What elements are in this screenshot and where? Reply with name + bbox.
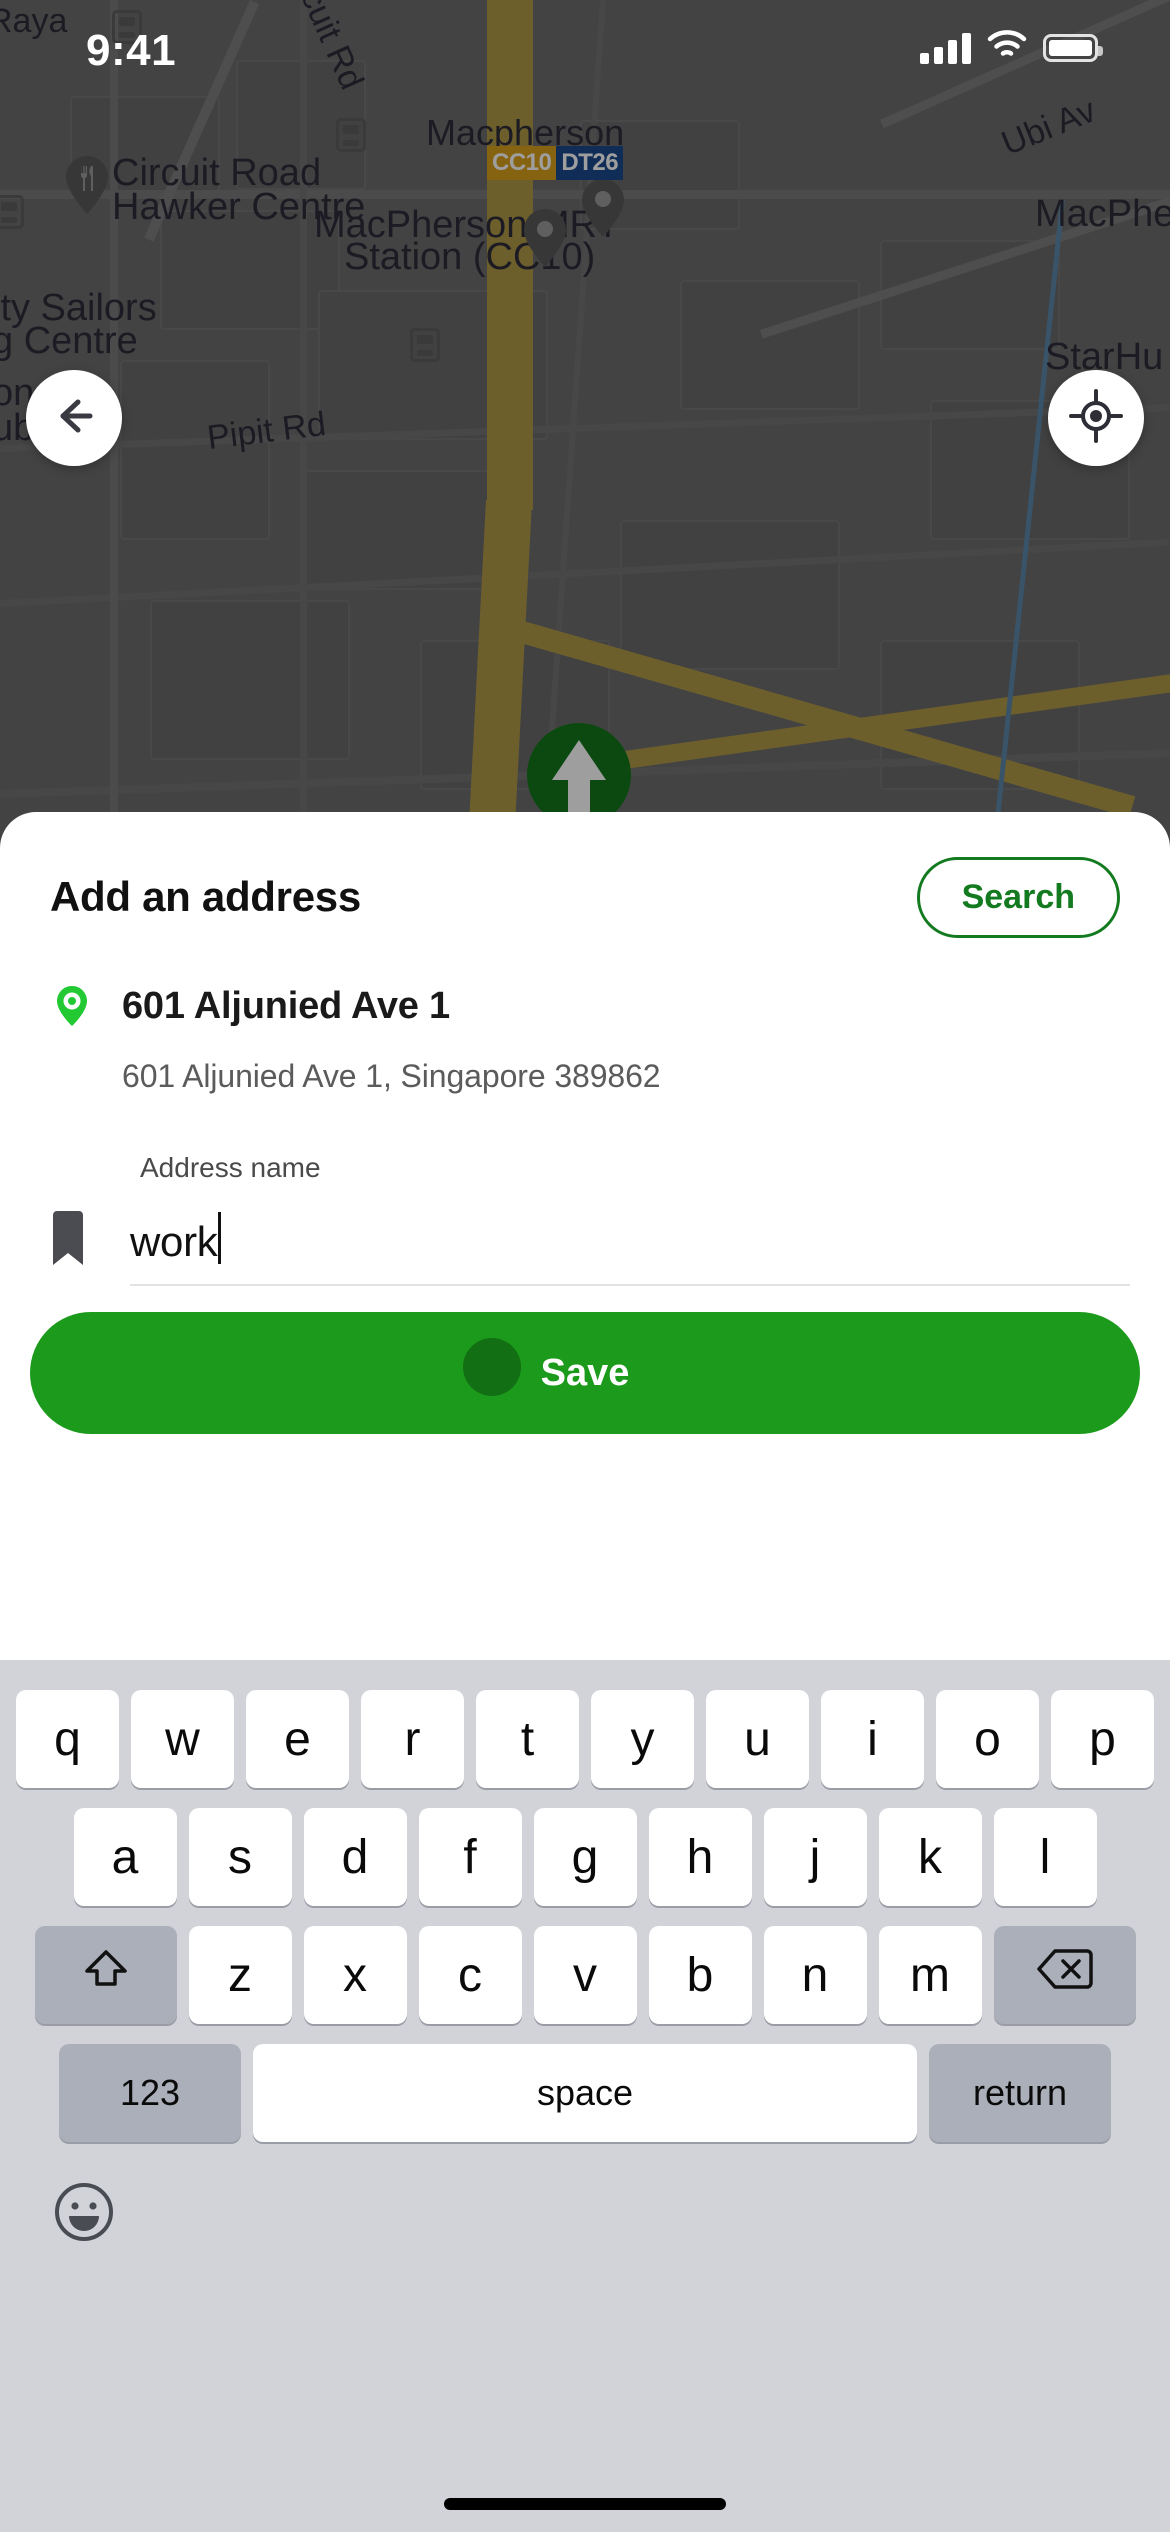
key-y[interactable]: y <box>591 1690 694 1788</box>
sheet-header: Add an address Search <box>0 812 1170 982</box>
address-name-field-group: Address name work <box>0 1152 1170 1286</box>
space-key[interactable]: space <box>253 2044 917 2142</box>
on-screen-keyboard[interactable]: qwertyuiop asdfghjkl zxcvbnm 123 space r… <box>0 1660 1170 2532</box>
bookmark-icon <box>50 1210 86 1266</box>
key-v[interactable]: v <box>533 1926 637 2024</box>
key-u[interactable]: u <box>706 1690 809 1788</box>
key-r[interactable]: r <box>361 1690 464 1788</box>
key-p[interactable]: p <box>1051 1690 1154 1788</box>
map-road <box>300 0 307 920</box>
key-x[interactable]: x <box>303 1926 407 2024</box>
key-h[interactable]: h <box>648 1808 752 1906</box>
locate-me-button[interactable] <box>1048 370 1144 466</box>
address-name-label: Address name <box>140 1152 321 1183</box>
key-d[interactable]: d <box>303 1808 407 1906</box>
add-address-sheet: Add an address Search 601 Aljunied Ave 1… <box>0 812 1170 1660</box>
station-code-cc: CC10 <box>487 146 557 180</box>
status-bar-time: 9:41 <box>86 26 177 75</box>
map-road <box>0 538 1169 607</box>
key-k[interactable]: k <box>878 1808 982 1906</box>
green-location-pin-icon <box>50 984 94 1028</box>
map-label: g Centre <box>0 320 138 362</box>
station-code-dt: DT26 <box>556 146 624 180</box>
return-key[interactable]: return <box>929 2044 1111 2142</box>
shift-arrow-icon <box>82 1945 130 2005</box>
map-road <box>110 0 118 920</box>
keyboard-row-2: asdfghjkl <box>0 1788 1170 1906</box>
key-w[interactable]: w <box>131 1690 234 1788</box>
backspace-key[interactable] <box>993 1926 1136 2024</box>
key-i[interactable]: i <box>821 1690 924 1788</box>
key-z[interactable]: z <box>188 1926 292 2024</box>
status-bar: 9:41 <box>0 0 1170 120</box>
cellular-signal-icon <box>920 32 971 64</box>
shift-key[interactable] <box>34 1926 177 2024</box>
keyboard-utility-row <box>0 2142 1170 2244</box>
mrt-line-codes: CC10 DT26 <box>487 146 624 180</box>
keyboard-row-3: zxcvbnm <box>0 1906 1170 2024</box>
key-c[interactable]: c <box>418 1926 522 2024</box>
search-button[interactable]: Search <box>916 856 1120 938</box>
numeric-key[interactable]: 123 <box>59 2044 241 2142</box>
arrow-left-icon <box>48 390 100 447</box>
hawker-centre-poi-pin[interactable] <box>64 155 110 215</box>
address-name-input-row[interactable]: work <box>0 1204 1170 1286</box>
key-g[interactable]: g <box>533 1808 637 1906</box>
save-button[interactable]: Save <box>30 1312 1140 1434</box>
key-a[interactable]: a <box>73 1808 177 1906</box>
key-o[interactable]: o <box>936 1690 1039 1788</box>
address-full-text: 601 Aljunied Ave 1, Singapore 389862 <box>122 1058 661 1094</box>
address-title-row: 601 Aljunied Ave 1 <box>0 984 1170 1028</box>
map-block <box>150 600 350 760</box>
phone-screen: CC10 DT26 Raya Circuit Rd Macpherson Ubi Av… <box>0 0 1170 2532</box>
selected-address-block: 601 Aljunied Ave 1 601 Aljunied Ave 1, S… <box>0 984 1170 1095</box>
key-j[interactable]: j <box>763 1808 867 1906</box>
key-l[interactable]: l <box>993 1808 1097 1906</box>
text-caret <box>218 1212 222 1264</box>
map-canvas[interactable]: CC10 DT26 Raya Circuit Rd Macpherson Ubi Av… <box>0 0 1170 920</box>
emoji-smiley-icon[interactable] <box>52 2180 116 2244</box>
map-block <box>300 470 510 590</box>
address-name-value: work <box>130 1218 218 1265</box>
map-block <box>680 280 860 410</box>
key-b[interactable]: b <box>648 1926 752 2024</box>
keyboard-row-4: 123 space return <box>0 2024 1170 2142</box>
bus-stop-icon <box>0 195 24 229</box>
battery-icon <box>1043 33 1103 62</box>
key-q[interactable]: q <box>16 1690 119 1788</box>
key-m[interactable]: m <box>878 1926 982 2024</box>
bus-stop-icon <box>410 328 440 362</box>
mrt-station-poi-pin[interactable] <box>522 208 568 268</box>
key-s[interactable]: s <box>188 1808 292 1906</box>
key-n[interactable]: n <box>763 1926 867 2024</box>
map-poi-pin[interactable] <box>580 178 626 238</box>
key-t[interactable]: t <box>476 1690 579 1788</box>
home-indicator <box>444 2498 726 2510</box>
wifi-icon <box>987 30 1027 65</box>
keyboard-letters-row-3: zxcvbnm <box>188 1926 982 2024</box>
backspace-delete-icon <box>1036 1947 1093 2003</box>
map-block <box>880 240 1060 350</box>
key-f[interactable]: f <box>418 1808 522 1906</box>
map-label: MacPhers <box>1035 193 1170 235</box>
status-bar-indicators <box>920 30 1103 65</box>
map-block <box>620 520 840 670</box>
back-button[interactable] <box>26 370 122 466</box>
address-name-input[interactable]: work <box>130 1204 1130 1286</box>
crosshair-locate-icon <box>1069 388 1123 448</box>
address-name: 601 Aljunied Ave 1 <box>122 984 450 1027</box>
page-title: Add an address <box>50 873 361 920</box>
keyboard-row-1: qwertyuiop <box>0 1660 1170 1788</box>
key-e[interactable]: e <box>246 1690 349 1788</box>
bus-stop-icon <box>336 118 366 152</box>
